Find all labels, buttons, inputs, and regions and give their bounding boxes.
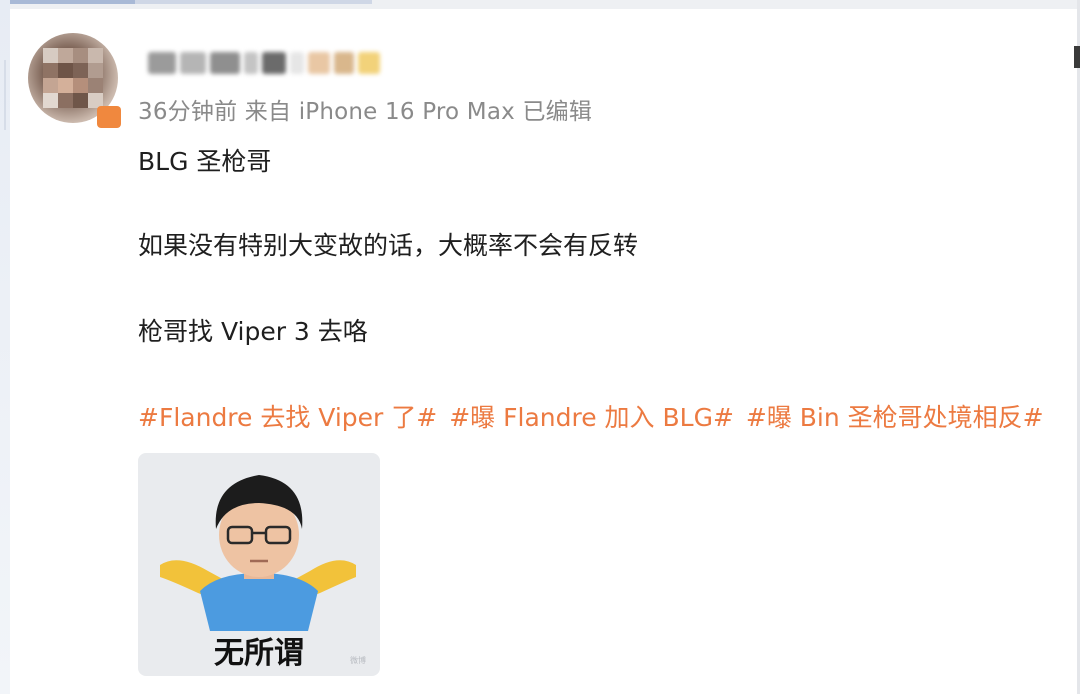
more-options-handle[interactable] — [1074, 46, 1080, 68]
user-badge-icon — [97, 106, 121, 128]
hashtag-link[interactable]: #曝 Bin 圣枪哥处境相反# — [746, 398, 1044, 434]
meme-caption: 无所谓 — [214, 636, 304, 671]
avatar-pixel — [43, 93, 58, 108]
username-blur-block — [262, 52, 286, 74]
image-watermark: 微博 — [350, 656, 366, 665]
avatar-pixel — [58, 48, 73, 63]
top-scroll-strip — [0, 0, 1080, 9]
hashtag-link[interactable]: #Flandre 去找 Viper 了# — [138, 398, 437, 434]
avatar-pixel — [43, 63, 58, 78]
username-blur-block — [210, 52, 240, 74]
post-image[interactable]: 无所谓 微博 — [138, 453, 380, 676]
username-blur-block — [148, 52, 176, 74]
avatar-pixel — [58, 63, 73, 78]
avatar-pixel — [43, 48, 58, 63]
avatar-pixel — [88, 63, 103, 78]
hashtag-list: #Flandre 去找 Viper 了# #曝 Flandre 加入 BLG# … — [138, 398, 1044, 434]
meme-body — [200, 573, 318, 631]
username-blur-block — [358, 52, 380, 74]
avatar-pixel — [88, 78, 103, 93]
username-blur-block — [308, 52, 330, 74]
avatar-pixel — [73, 78, 88, 93]
username-blur-block — [180, 52, 206, 74]
left-rail — [0, 0, 10, 694]
post-text-line: 如果没有特别大变故的话，大概率不会有反转 — [138, 231, 639, 260]
avatar-pixel — [88, 48, 103, 63]
top-strip-highlight-dark — [0, 0, 135, 4]
username-blur-block — [244, 52, 258, 74]
post-meta: 36分钟前 来自 iPhone 16 Pro Max 已编辑 — [138, 99, 593, 125]
left-rail-marker — [4, 60, 6, 130]
avatar-pixel — [73, 48, 88, 63]
username-blur-block — [334, 52, 354, 74]
hashtag-link[interactable]: #曝 Flandre 加入 BLG# — [449, 398, 734, 434]
avatar-pixel — [58, 93, 73, 108]
username-blurred[interactable] — [148, 48, 380, 78]
post-text-line: 枪哥找 Viper 3 去咯 — [138, 317, 368, 346]
avatar-pixel — [43, 78, 58, 93]
avatar-pixel — [73, 93, 88, 108]
avatar-pixel — [58, 78, 73, 93]
avatar-pixel — [73, 63, 88, 78]
username-blur-block — [290, 52, 304, 74]
post-text-line: BLG 圣枪哥 — [138, 147, 272, 176]
